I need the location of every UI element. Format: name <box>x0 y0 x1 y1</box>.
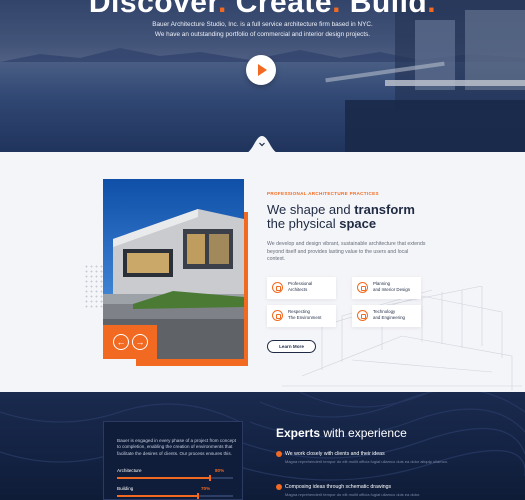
headline-part: We shape and <box>267 202 355 217</box>
learn-more-button[interactable]: Learn More <box>267 340 316 353</box>
hero-subtitle-line2: We have an outstanding portfolio of comm… <box>154 31 371 38</box>
section-eyebrow: PROFESSIONAL ARCHITECTURE PRACTICES <box>267 191 379 196</box>
experience-item-text: Magna reprehenderit tempor do elit molli… <box>285 459 448 464</box>
bar-percent-architecture: 80% <box>215 468 225 473</box>
hero-title-dot: . <box>332 0 341 19</box>
experience-item-heading: Composing ideas through schematic drawin… <box>285 484 392 490</box>
prev-arrow-button[interactable]: ← <box>113 334 129 350</box>
progress-knob-architecture <box>208 475 211 481</box>
hero-title-discover: Discover <box>88 0 218 19</box>
feature-label: Respecting The Environment <box>288 309 322 320</box>
slider-controls: ← → <box>103 325 157 359</box>
feature-card-technology[interactable]: Technology and Engineering <box>352 305 421 327</box>
leaf-icon <box>272 310 283 321</box>
headline-part: the physical <box>267 216 340 231</box>
feature-card-architects[interactable]: Professional Architects <box>267 277 336 299</box>
feature-label: Professional Architects <box>288 281 313 292</box>
feature-card-environment[interactable]: Respecting The Environment <box>267 305 336 327</box>
page: Discover. Create. Build. Bauer Architect… <box>0 0 525 500</box>
experience-item-heading: We work closely with clients and their i… <box>285 451 385 457</box>
progress-knob-building <box>197 493 200 499</box>
experience-item-text: Magna reprehenderit tempor do elit molli… <box>285 492 421 497</box>
experience-title-strong: Experts <box>276 426 321 440</box>
hero-subtitle-line1: Bauer Architecture Studio, Inc. is a ful… <box>152 21 373 28</box>
architect-icon <box>272 282 283 293</box>
planning-icon <box>357 282 368 293</box>
check-circle-icon <box>276 451 282 457</box>
scroll-down-button[interactable] <box>243 134 281 152</box>
play-button[interactable] <box>246 55 276 85</box>
headline-strong: space <box>339 216 377 231</box>
process-card: Bauer is engaged in every phase of a pro… <box>103 421 243 500</box>
check-circle-icon <box>276 484 282 490</box>
hero-title-dot: . <box>427 0 437 19</box>
about-body: We develop and design vibrant, sustainab… <box>267 241 426 262</box>
wireframe-sketch <box>282 286 522 390</box>
headline-strong: transform <box>354 202 415 217</box>
experience-title-rest: with experience <box>320 426 407 440</box>
progress-bar-building <box>117 493 233 499</box>
hero-title-dot: . <box>217 0 227 19</box>
experience-title: Experts with experience <box>276 426 407 440</box>
hero-title: Discover. Create. Build. <box>0 0 525 20</box>
experience-section <box>0 392 525 500</box>
hero-section: Discover. Create. Build. Bauer Architect… <box>0 0 525 152</box>
gear-icon <box>357 310 368 321</box>
bar-percent-building: 70% <box>201 486 211 491</box>
progress-fill-building <box>117 495 199 497</box>
about-headline: We shape and transform the physical spac… <box>267 203 467 231</box>
process-text: Bauer is engaged in every phase of a pro… <box>117 438 236 456</box>
feature-label: Planning and Interior Design <box>373 281 411 292</box>
progress-fill-architecture <box>117 477 210 479</box>
bar-label-building: Building <box>117 486 134 491</box>
feature-card-planning[interactable]: Planning and Interior Design <box>352 277 421 299</box>
feature-label: Technology and Engineering <box>373 309 405 320</box>
hero-title-build: Build <box>349 0 428 19</box>
wave-pattern <box>0 392 525 481</box>
bar-label-architecture: Architecture <box>117 468 142 473</box>
progress-bar-architecture <box>117 475 233 481</box>
hero-title-create: Create <box>235 0 333 19</box>
next-arrow-button[interactable]: → <box>132 334 148 350</box>
